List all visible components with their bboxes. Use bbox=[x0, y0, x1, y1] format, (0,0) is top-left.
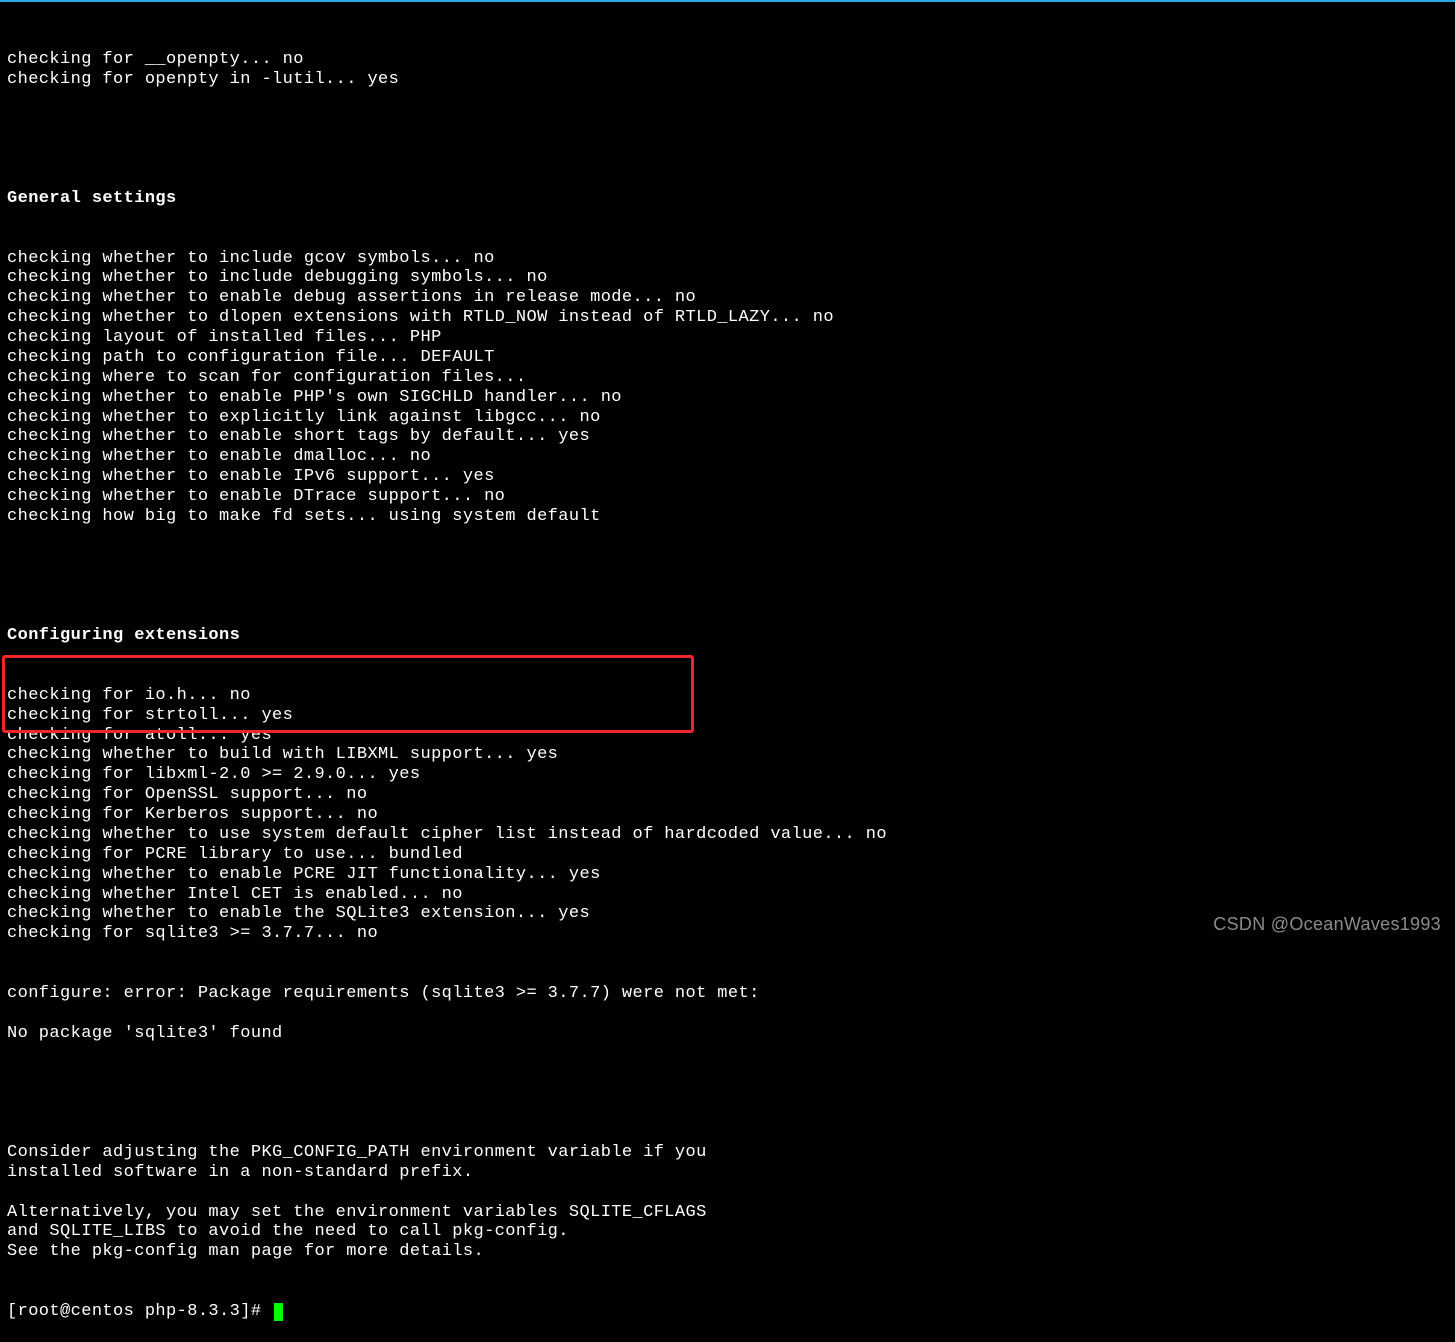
terminal-line: See the pkg-config man page for more det… bbox=[7, 1242, 1447, 1262]
terminal-line: checking whether to enable DTrace suppor… bbox=[7, 487, 1447, 507]
terminal-line: checking where to scan for configuration… bbox=[7, 368, 1447, 388]
blank-line bbox=[7, 129, 1447, 149]
terminal-line: installed software in a non-standard pre… bbox=[7, 1163, 1447, 1183]
terminal-line: checking whether to enable debug asserti… bbox=[7, 288, 1447, 308]
section-heading-extensions: Configuring extensions bbox=[7, 626, 1447, 646]
blank-line bbox=[7, 1083, 1447, 1103]
terminal-output[interactable]: checking for __openpty... nochecking for… bbox=[0, 2, 1455, 1342]
terminal-line: checking for strtoll... yes bbox=[7, 706, 1447, 726]
terminal-line: checking for __openpty... no bbox=[7, 50, 1447, 70]
watermark-text: CSDN @OceanWaves1993 bbox=[1213, 914, 1441, 935]
terminal-line: checking whether to use system default c… bbox=[7, 825, 1447, 845]
terminal-line: checking whether to enable dmalloc... no bbox=[7, 447, 1447, 467]
terminal-line: Alternatively, you may set the environme… bbox=[7, 1203, 1447, 1223]
terminal-line: checking path to configuration file... D… bbox=[7, 348, 1447, 368]
cursor-block bbox=[274, 1303, 283, 1321]
terminal-line: checking whether to enable short tags by… bbox=[7, 427, 1447, 447]
terminal-line: checking for openpty in -lutil... yes bbox=[7, 70, 1447, 90]
terminal-line: checking layout of installed files... PH… bbox=[7, 328, 1447, 348]
shell-prompt: [root@centos php-8.3.3]# bbox=[7, 1302, 272, 1322]
terminal-error-line: configure: error: Package requirements (… bbox=[7, 984, 1447, 1004]
terminal-line: checking for OpenSSL support... no bbox=[7, 785, 1447, 805]
terminal-line: Consider adjusting the PKG_CONFIG_PATH e… bbox=[7, 1143, 1447, 1163]
section-heading-general: General settings bbox=[7, 189, 1447, 209]
terminal-line: checking how big to make fd sets... usin… bbox=[7, 507, 1447, 527]
blank-line bbox=[7, 567, 1447, 587]
terminal-line: checking for libxml-2.0 >= 2.9.0... yes bbox=[7, 765, 1447, 785]
terminal-line: checking whether to dlopen extensions wi… bbox=[7, 308, 1447, 328]
terminal-line: checking whether to explicitly link agai… bbox=[7, 408, 1447, 428]
terminal-line: checking whether to build with LIBXML su… bbox=[7, 745, 1447, 765]
terminal-line: checking whether to include debugging sy… bbox=[7, 268, 1447, 288]
terminal-error-line: No package 'sqlite3' found bbox=[7, 1024, 1447, 1044]
terminal-line: checking whether to enable PCRE JIT func… bbox=[7, 865, 1447, 885]
terminal-line bbox=[7, 1183, 1447, 1203]
terminal-line: checking whether Intel CET is enabled...… bbox=[7, 885, 1447, 905]
terminal-line: checking whether to enable PHP's own SIG… bbox=[7, 388, 1447, 408]
terminal-line: checking for atoll... yes bbox=[7, 726, 1447, 746]
terminal-error-line bbox=[7, 1004, 1447, 1024]
shell-prompt-line[interactable]: [root@centos php-8.3.3]# bbox=[7, 1302, 1447, 1322]
terminal-line: checking for io.h... no bbox=[7, 686, 1447, 706]
terminal-line: and SQLITE_LIBS to avoid the need to cal… bbox=[7, 1222, 1447, 1242]
terminal-line: checking whether to include gcov symbols… bbox=[7, 249, 1447, 269]
terminal-line: checking for Kerberos support... no bbox=[7, 805, 1447, 825]
terminal-line: checking whether to enable IPv6 support.… bbox=[7, 467, 1447, 487]
terminal-line: checking for PCRE library to use... bund… bbox=[7, 845, 1447, 865]
